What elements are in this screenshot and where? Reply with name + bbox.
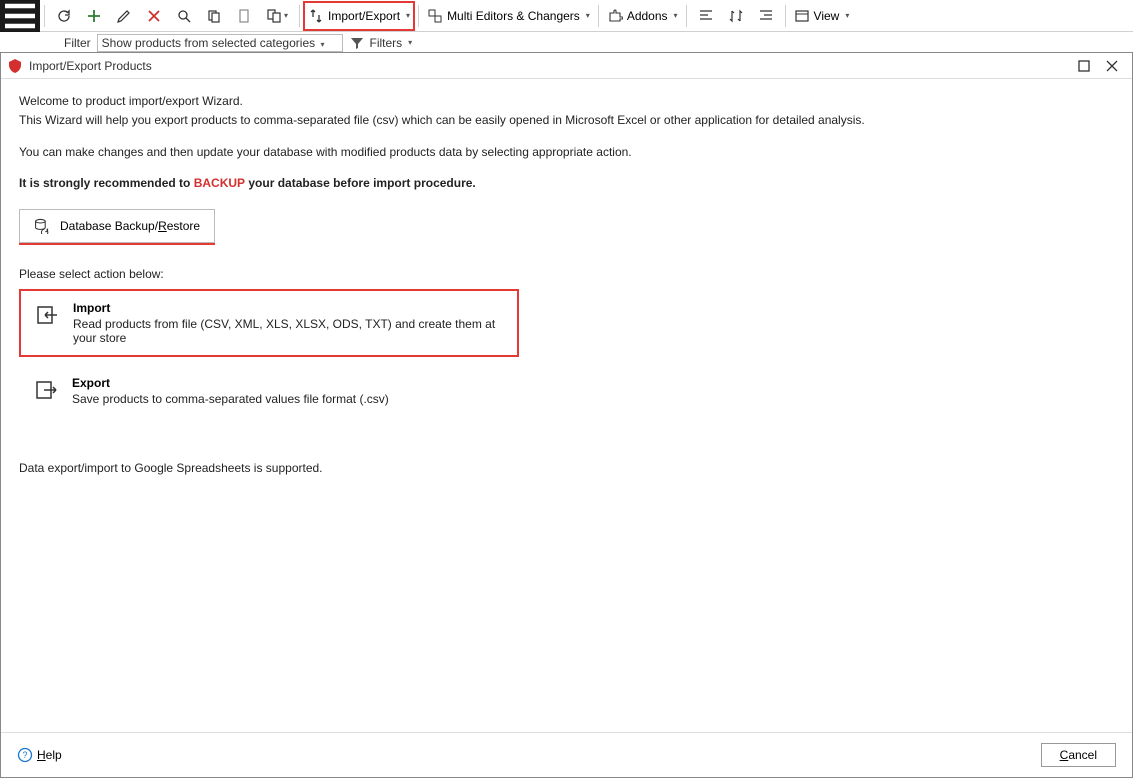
backup-button-label: Database Backup/Restore <box>60 219 200 233</box>
refresh-icon <box>56 8 72 24</box>
chevron-down-icon: ▾ <box>586 11 590 20</box>
refresh-button[interactable] <box>50 2 78 30</box>
clone-icon <box>266 8 282 24</box>
help-link[interactable]: ? Help <box>17 747 62 763</box>
import-title: Import <box>73 301 503 315</box>
import-export-dialog: Import/Export Products Welcome to produc… <box>0 52 1133 778</box>
cancel-button[interactable]: Cancel <box>1041 743 1116 767</box>
edit-button[interactable] <box>110 2 138 30</box>
filters-dropdown[interactable]: Filters ▾ <box>349 35 412 51</box>
toolbar-separator <box>418 5 419 27</box>
chevron-down-icon: ▾ <box>284 11 288 20</box>
database-backup-restore-button[interactable]: Database Backup/Restore <box>19 209 215 243</box>
multi-editors-label: Multi Editors & Changers <box>447 9 580 23</box>
chevron-down-icon: ▾ <box>845 11 849 20</box>
filter-select[interactable]: Show products from selected categories ▾ <box>97 34 344 52</box>
align-button-2[interactable] <box>752 2 780 30</box>
toolbar-separator <box>785 5 786 27</box>
import-export-label: Import/Export <box>328 9 400 23</box>
dialog-title: Import/Export Products <box>29 59 1070 73</box>
select-action-label: Please select action below: <box>19 267 1114 281</box>
close-button[interactable] <box>1098 55 1126 77</box>
backup-keyword: BACKUP <box>194 176 245 190</box>
dialog-titlebar: Import/Export Products <box>1 53 1132 79</box>
export-title: Export <box>72 376 389 390</box>
sort-icon <box>728 8 744 24</box>
document-icon <box>236 8 252 24</box>
import-action[interactable]: Import Read products from file (CSV, XML… <box>19 289 519 357</box>
welcome-line-2: This Wizard will help you export product… <box>19 112 1114 129</box>
toolbar-separator <box>598 5 599 27</box>
paste-button[interactable] <box>230 2 258 30</box>
delete-button[interactable] <box>140 2 168 30</box>
align-icon <box>698 8 714 24</box>
toolbar-separator <box>44 5 45 27</box>
copy-button[interactable] <box>200 2 228 30</box>
welcome-line-3: You can make changes and then update you… <box>19 144 1114 161</box>
toolbar-separator <box>299 5 300 27</box>
filter-label: Filter <box>64 36 91 50</box>
help-icon: ? <box>17 747 33 763</box>
addons-label: Addons <box>627 9 668 23</box>
import-icon <box>35 303 59 327</box>
view-label: View <box>814 9 840 23</box>
multi-editors-icon <box>427 8 443 24</box>
svg-text:?: ? <box>22 750 27 760</box>
puzzle-icon <box>607 8 623 24</box>
database-backup-icon <box>34 218 50 234</box>
help-label: Help <box>37 748 62 762</box>
chevron-down-icon: ▾ <box>408 38 412 47</box>
import-export-icon <box>308 8 324 24</box>
export-icon <box>34 378 58 402</box>
hamburger-menu[interactable] <box>0 0 40 32</box>
chevron-down-icon: ▾ <box>674 11 678 20</box>
search-icon <box>176 8 192 24</box>
welcome-line-1: Welcome to product import/export Wizard. <box>19 93 1114 110</box>
add-button[interactable] <box>80 2 108 30</box>
align-right-icon <box>758 8 774 24</box>
pencil-icon <box>116 8 132 24</box>
view-icon <box>794 8 810 24</box>
x-icon <box>146 8 162 24</box>
copy-icon <box>206 8 222 24</box>
google-spreadsheets-note: Data export/import to Google Spreadsheet… <box>19 461 1114 475</box>
funnel-icon <box>349 35 365 51</box>
filter-bar: Filter Show products from selected categ… <box>0 32 1133 54</box>
dialog-footer: ? Help Cancel <box>1 732 1132 777</box>
dialog-body: Welcome to product import/export Wizard.… <box>1 79 1132 732</box>
import-description: Read products from file (CSV, XML, XLS, … <box>73 317 503 345</box>
view-button[interactable]: View ▾ <box>790 2 854 30</box>
backup-warning: It is strongly recommended to BACKUP you… <box>19 175 1114 192</box>
multi-editors-button[interactable]: Multi Editors & Changers ▾ <box>423 2 594 30</box>
chevron-down-icon: ▾ <box>320 40 324 49</box>
maximize-button[interactable] <box>1070 55 1098 77</box>
sort-button[interactable] <box>722 2 750 30</box>
import-export-button[interactable]: Import/Export ▾ <box>304 2 414 30</box>
app-icon <box>7 58 23 74</box>
plus-icon <box>86 8 102 24</box>
export-description: Save products to comma-separated values … <box>72 392 389 406</box>
toolbar-separator <box>686 5 687 27</box>
main-toolbar: ▾ Import/Export ▾ Multi Editors & Change… <box>0 0 1133 32</box>
chevron-down-icon: ▾ <box>406 11 410 20</box>
align-button-1[interactable] <box>692 2 720 30</box>
clone-button[interactable]: ▾ <box>260 2 294 30</box>
addons-button[interactable]: Addons ▾ <box>603 2 682 30</box>
search-button[interactable] <box>170 2 198 30</box>
export-action[interactable]: Export Save products to comma-separated … <box>19 365 519 417</box>
